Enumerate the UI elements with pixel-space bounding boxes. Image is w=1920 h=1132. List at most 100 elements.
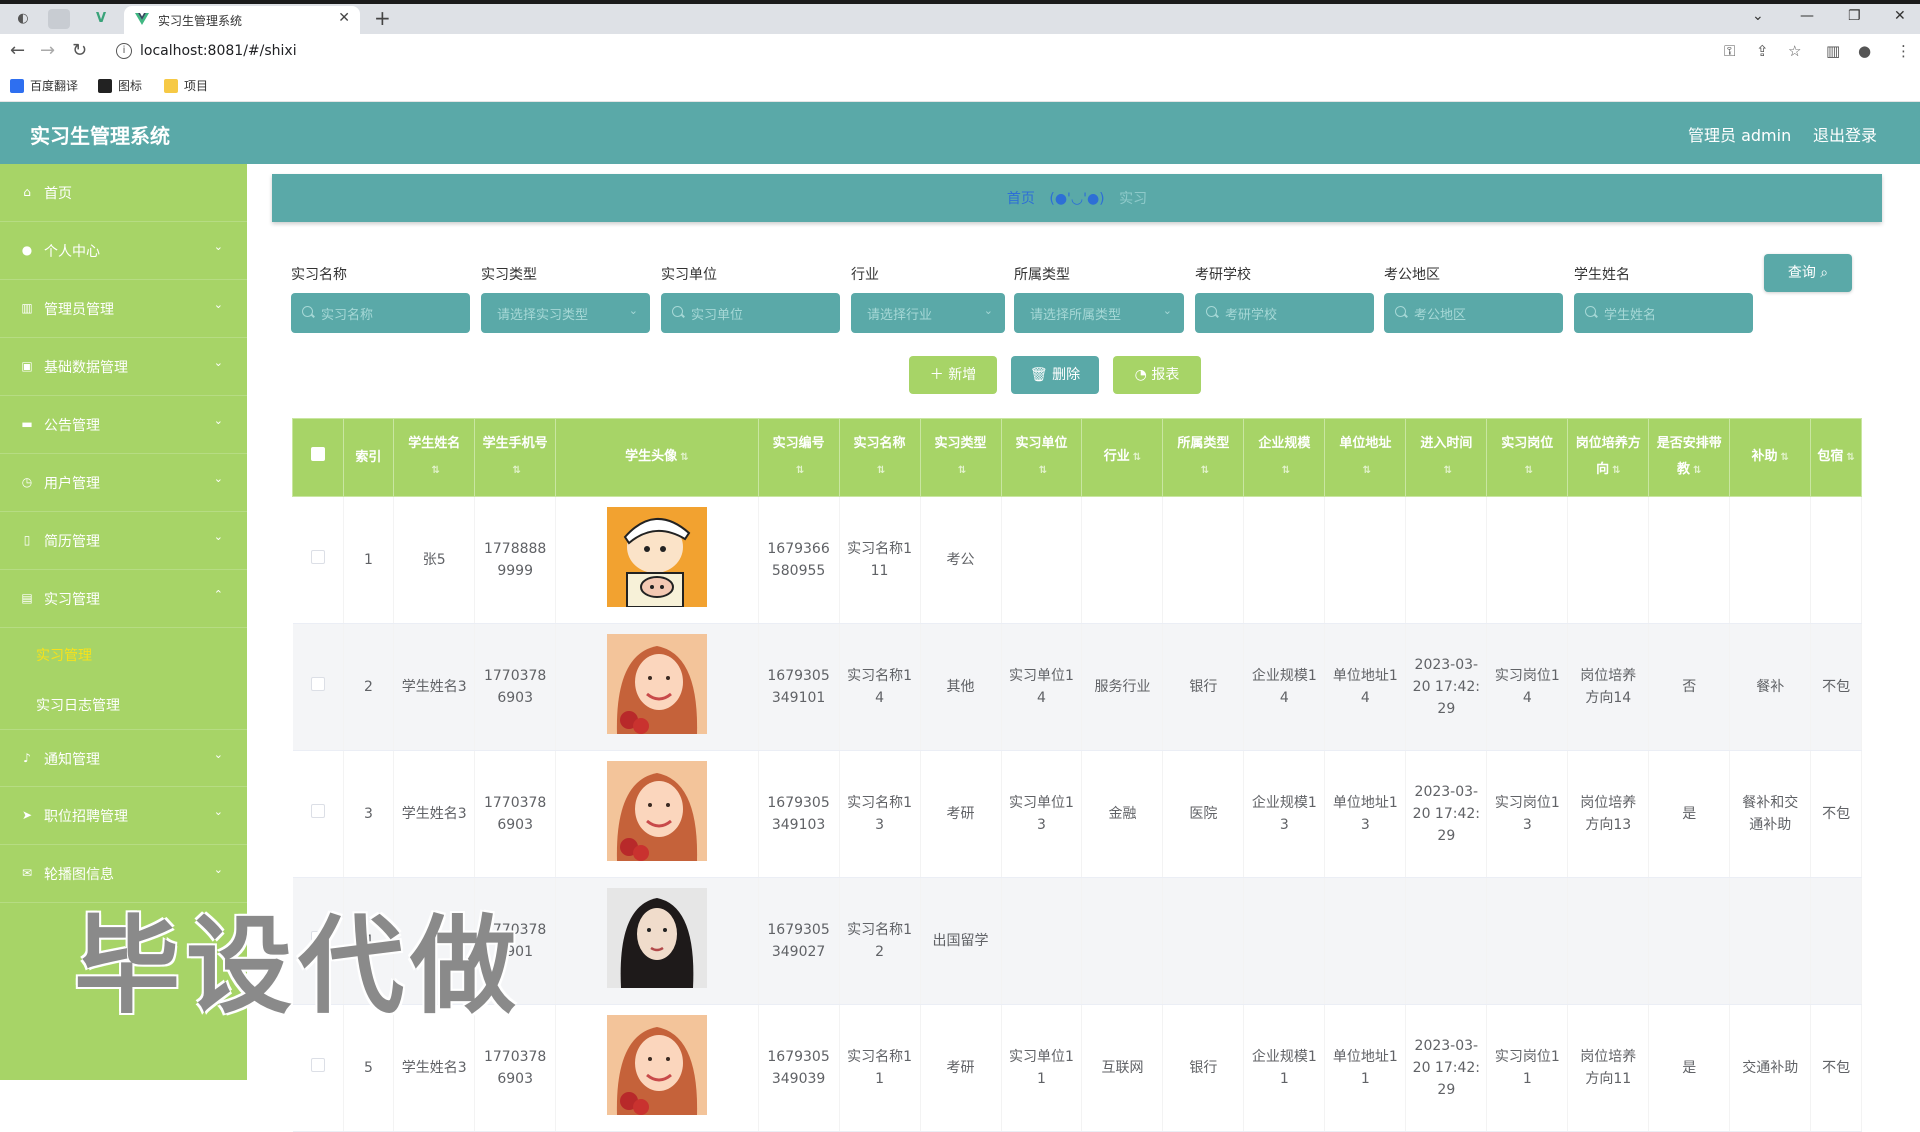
column-header[interactable]: 学生姓名 ⇅ [393,418,476,497]
column-header[interactable]: 单位地址 ⇅ [1324,418,1407,497]
filter-type-select[interactable]: 请选择实习类型 ⌄ [481,293,650,333]
profile-icon[interactable]: ● [1858,42,1871,60]
sidebar-item-internship[interactable]: ▤ 实习管理 ⌃ [0,570,247,628]
table-row[interactable]: 1 张5 17788889999 1679366580955 实习名称111 考公 [292,496,1862,624]
row-select-cell[interactable] [292,750,344,878]
cell-address: 单位地址14 [1324,623,1407,751]
row-checkbox[interactable] [310,550,325,564]
reload-icon[interactable]: ↻ [72,40,87,61]
placeholder: 请选择行业 [867,308,933,323]
report-button[interactable]: ◔ 报表 [1113,356,1201,394]
vue-tab-icon[interactable]: V [90,9,112,29]
row-checkbox[interactable] [310,677,325,691]
query-button[interactable]: 查询 ⌕ [1764,254,1852,292]
pinned-tab[interactable] [48,9,70,29]
cell-category [1162,496,1245,624]
cell-category [1162,877,1245,1005]
url-bar[interactable]: i localhost:8081/#/shixi [108,38,1744,66]
column-header[interactable]: 实习名称 ⇅ [838,418,921,497]
column-title: 岗位培养方向 [1575,436,1641,477]
submenu-internship-management[interactable]: 实习管理 [0,629,247,679]
key-icon[interactable]: ⚿ [1724,42,1735,60]
row-select-cell[interactable] [292,496,344,624]
sidepanel-icon[interactable]: ▥ [1826,42,1840,60]
column-header[interactable]: 岗位培养方向 ⇅ [1567,418,1650,497]
new-tab-button[interactable]: + [374,8,391,28]
column-title: 学生姓名 [408,436,461,451]
table-row[interactable]: 4 17703786901 1679305349027 实习名称12 出国留学 [292,877,1862,1005]
cell-name: 学生姓名3 [393,750,476,878]
column-header[interactable]: 实习岗位 ⇅ [1486,418,1569,497]
vue-logo-icon [135,13,149,25]
select-all-checkbox[interactable] [310,446,325,461]
sidebar-item-resume[interactable]: ▯ 简历管理 ⌄ [0,512,247,570]
filter-name-input[interactable]: 实习名称 [291,293,470,333]
column-header[interactable]: 企业规模 ⇅ [1243,418,1326,497]
column-header[interactable]: 行业 ⇅ [1081,418,1164,497]
column-header[interactable]: 索引 [342,418,395,497]
column-header[interactable]: 学生头像 ⇅ [555,418,759,497]
table-row[interactable]: 2 学生姓名3 17703786903 1679305349101 实习名称14 其他实… [292,623,1862,751]
column-header[interactable]: 实习类型 ⇅ [919,418,1002,497]
minimize-icon[interactable]: — [1800,8,1814,24]
column-header[interactable]: 补助 ⇅ [1729,418,1812,497]
column-header[interactable]: 进入时间 ⇅ [1405,418,1488,497]
sidebar-item-label: 简历管理 [44,534,100,550]
sort-icon: ⇅ [1443,465,1453,476]
forward-icon[interactable]: → [40,40,55,61]
more-menu-icon[interactable]: ⋮ [1896,42,1911,60]
logout-link[interactable]: 退出登录 [1813,122,1877,146]
column-header[interactable]: 学生手机号 ⇅ [474,418,557,497]
sidebar-item-basic-data[interactable]: ▣ 基础数据管理 ⌄ [0,338,247,396]
filter-industry-select[interactable]: 请选择行业 ⌄ [851,293,1005,333]
table-row[interactable]: 5 学生姓名3 17703786903 1679305349039 实习名称11 考研实… [292,1004,1862,1132]
sidebar-item-recruitment[interactable]: ➤ 职位招聘管理 ⌄ [0,787,247,845]
row-select-cell[interactable] [292,623,344,751]
submenu-internship-log[interactable]: 实习日志管理 [0,679,247,729]
filter-school-input[interactable]: 考研学校 [1195,293,1374,333]
share-icon[interactable]: ⇪ [1756,42,1769,60]
column-header[interactable]: 所属类型 ⇅ [1162,418,1245,497]
bookmark-icons[interactable]: 图标 [98,77,142,94]
cell-index: 1 [343,496,395,624]
column-header[interactable]: 实习编号 ⇅ [757,418,840,497]
site-info-icon[interactable]: i [116,43,132,59]
sidebar-item-home[interactable]: ⌂ 首页 [0,164,247,222]
back-icon[interactable]: ← [10,40,25,61]
sidebar-item-notifications[interactable]: ♪ 通知管理 ⌄ [0,729,247,787]
sidebar-item-admin[interactable]: ▥ 管理员管理 ⌄ [0,280,247,338]
column-header[interactable]: 是否安排带教 ⇅ [1648,418,1731,497]
select-all-cell[interactable] [292,418,344,497]
column-title: 单位地址 [1339,436,1392,451]
restore-icon[interactable]: ❐ [1848,8,1861,24]
bookmark-star-icon[interactable]: ☆ [1788,42,1801,60]
sort-icon: ⇅ [1612,465,1621,476]
filter-student-input[interactable]: 学生姓名 [1574,293,1753,333]
cell-post: 实习岗位11 [1486,1004,1569,1132]
bookmark-project[interactable]: 项目 [164,77,208,94]
column-header[interactable]: 包宿 ⇅ [1810,418,1862,497]
browser-menu-icon[interactable]: ◐ [12,9,34,29]
tab-close-icon[interactable]: ✕ [338,10,350,26]
sidebar-item-notice[interactable]: ▬ 公告管理 ⌄ [0,396,247,454]
bookmark-baidu-translate[interactable]: 百度翻译 [10,77,78,94]
column-title: 企业规模 [1258,436,1311,451]
filter-category-select[interactable]: 请选择所属类型 ⌄ [1014,293,1184,333]
cell-title: 实习名称111 [839,496,921,624]
active-tab[interactable]: 实习生管理系统 ✕ [124,6,360,34]
table-row[interactable]: 3 学生姓名3 17703786903 1679305349103 实习名称13 考研实… [292,750,1862,878]
delete-button[interactable]: 🗑 删除 [1011,356,1099,394]
window-close-icon[interactable]: ✕ [1894,8,1906,24]
filter-region-input[interactable]: 考公地区 [1384,293,1563,333]
sidebar-item-personal-center[interactable]: ● 个人中心 ⌄ [0,222,247,280]
filter-unit-input[interactable]: 实习单位 [661,293,840,333]
breadcrumb-home[interactable]: 首页 [1007,191,1035,207]
row-checkbox[interactable] [310,1058,325,1072]
sidebar-item-users[interactable]: ◷ 用户管理 ⌄ [0,454,247,512]
row-checkbox[interactable] [310,804,325,818]
add-button[interactable]: ＋ 新增 [909,356,997,394]
chart-icon: ▥ [21,301,33,315]
tab-search-icon[interactable]: ⌄ [1752,8,1764,24]
address-bar-row: ← → ↻ i localhost:8081/#/shixi ⚿ ⇪ ☆ ▥ ●… [0,34,1920,70]
column-header[interactable]: 实习单位 ⇅ [1000,418,1083,497]
